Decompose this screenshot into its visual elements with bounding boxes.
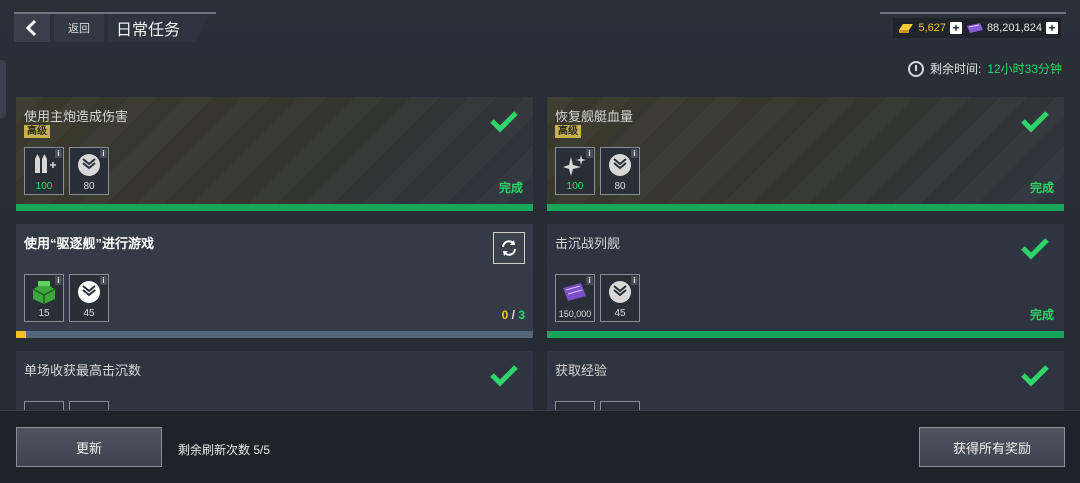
experience-emblem-icon [609,154,631,176]
task-card-gain-exp[interactable]: 获取经验 [547,351,1064,411]
reward-amount: 45 [614,308,626,319]
task-title: 使用主炮造成伤害 [24,109,129,124]
progress-total: 3 [518,308,525,322]
task-title: 单场收获最高击沉数 [24,363,142,378]
progress-bar-complete [16,204,533,211]
reward-repair[interactable]: i 100 [555,147,595,195]
back-button[interactable] [14,14,50,42]
info-icon[interactable]: i [631,149,638,158]
refresh-count: 剩余刷新次数 5/5 [178,443,271,457]
sparkle-icon [563,155,586,176]
task-status: 完成 [1029,181,1054,195]
info-icon[interactable]: i [55,276,62,285]
experience-emblem-icon [78,281,100,303]
side-drawer-tab[interactable] [0,60,6,118]
experience-emblem-icon [609,281,631,303]
claim-all-rewards-button[interactable]: 获得所有奖励 [919,427,1065,467]
task-title: 击沉战列舰 [555,236,621,251]
task-card-sink-battleship[interactable]: 击沉战列舰 i 150,000 i 45 完成 [547,224,1064,338]
stopwatch-icon [907,60,924,77]
reward-crate[interactable]: i 15 [24,274,64,322]
experience-emblem-icon [78,154,100,176]
checkmark-icon [1021,111,1049,133]
task-card-max-kills[interactable]: 单场收获最高击沉数 [16,351,533,411]
task-progress: 0 / 3 [502,308,525,322]
task-card-destroyer-play[interactable]: 使用“驱逐舰”进行游戏 i 15 i 45 0 / 3 [16,224,533,338]
gold-bar-icon [899,24,914,33]
task-status: 完成 [1029,308,1054,322]
chevron-left-icon [25,19,37,37]
reward-amount: 15 [38,308,50,319]
shells-icon [35,154,56,173]
reward-experience[interactable]: i 80 [600,147,640,195]
tier-badge: 高级 [24,125,50,138]
progress-bar-complete [547,204,1064,211]
credits-currency: 88,201,824 + [961,18,1061,38]
currency-divider [880,12,1066,14]
reward-credits[interactable]: i 150,000 [555,274,595,322]
info-icon[interactable]: i [586,276,593,285]
info-icon[interactable]: i [100,276,107,285]
reward-experience[interactable]: i 45 [69,274,109,322]
credits-ticket-icon [563,283,586,301]
add-credits-button[interactable]: + [1046,22,1058,34]
gold-amount: 5,627 [918,22,946,34]
progress-bar-track [16,331,533,338]
info-icon[interactable]: i [631,276,638,285]
reward-ammo[interactable]: i 100 [24,147,64,195]
reward-amount: 100 [35,181,53,192]
reward-amount: 80 [83,181,95,192]
reward-experience[interactable]: i 80 [69,147,109,195]
remaining-time-label: 剩余时间: [929,62,982,76]
refresh-button[interactable]: 更新 [16,427,162,467]
add-gold-button[interactable]: + [950,22,962,34]
page-title: 日常任务 [108,14,211,42]
back-label[interactable]: 返回 [54,14,104,42]
refresh-icon [502,240,516,256]
bottom-bar: 更新 剩余刷新次数 5/5 获得所有奖励 [0,410,1080,483]
header: 返回 日常任务 [14,14,211,42]
checkmark-icon [490,111,518,133]
reward-amount: 100 [566,181,584,192]
tier-badge: 高级 [555,125,581,138]
task-title: 恢复舰艇血量 [555,109,634,124]
task-card-restore-hp[interactable]: 恢复舰艇血量 高级 i 100 i 80 完成 [547,97,1064,211]
info-icon[interactable]: i [100,149,107,158]
task-status: 完成 [498,181,523,195]
reward-amount: 80 [614,181,626,192]
gold-currency: 5,627 + [893,18,965,38]
checkmark-icon [1021,365,1049,387]
info-icon[interactable]: i [586,149,593,158]
progress-bar-complete [547,331,1064,338]
progress-bar-fill [16,331,27,338]
remaining-time: 剩余时间: 12小时33分钟 [907,60,1062,77]
checkmark-icon [490,365,518,387]
progress-current: 0 [501,308,509,322]
reward-amount: 45 [83,308,95,319]
task-title: 获取经验 [555,363,608,378]
info-icon[interactable]: i [55,149,62,158]
remaining-time-value: 12小时33分钟 [987,62,1062,76]
refresh-task-button[interactable] [493,232,525,264]
progress-separator: / [511,308,515,322]
task-title: 使用“驱逐舰”进行游戏 [24,236,155,251]
checkmark-icon [1021,238,1049,260]
task-card-main-gun-damage[interactable]: 使用主炮造成伤害 高级 i 100 i 80 完成 [16,97,533,211]
reward-experience[interactable]: i 45 [600,274,640,322]
green-crate-icon [32,281,56,304]
reward-amount: 150,000 [558,309,592,319]
credits-amount: 88,201,824 [986,22,1042,34]
credits-ticket-icon [966,23,983,33]
